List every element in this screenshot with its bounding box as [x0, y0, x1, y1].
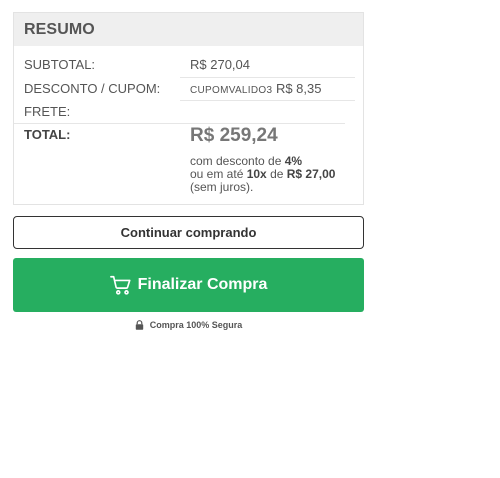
discount-value-group: CUPOMVALIDO3 R$ 8,35: [190, 81, 322, 96]
total-label: TOTAL:: [24, 127, 71, 142]
secure-purchase-note: Compra 100% Segura: [13, 320, 364, 330]
subtotal-value: R$ 270,04: [190, 57, 250, 72]
continue-shopping-button[interactable]: Continuar comprando: [13, 216, 364, 249]
installment-line-3: (sem juros).: [190, 180, 254, 194]
summary-title: RESUMO: [14, 13, 363, 46]
installment-value: R$ 27,00: [286, 167, 336, 181]
order-summary: RESUMO SUBTOTAL: R$ 270,04 DESCONTO / CU…: [13, 12, 364, 205]
total-value: R$ 259,24: [190, 125, 278, 146]
finalize-purchase-button[interactable]: Finalizar Compra: [13, 258, 364, 312]
secure-purchase-label: Compra 100% Segura: [149, 320, 243, 330]
subtotal-label: SUBTOTAL:: [24, 57, 96, 72]
installment-info: com desconto de 4% ou em até 10x de R$ 2…: [190, 155, 335, 194]
total-row: TOTAL: R$ 259,24 com desconto de 4% ou e…: [24, 125, 355, 197]
lock-icon: [135, 320, 144, 330]
divider: [180, 100, 355, 101]
discount-label: DESCONTO / CUPOM:: [24, 81, 161, 96]
discount-value: R$ 8,35: [275, 81, 322, 96]
installment-text: de: [266, 167, 287, 181]
finalize-purchase-label: Finalizar Compra: [137, 276, 268, 293]
installment-text: ou em até: [190, 167, 247, 181]
divider: [14, 123, 345, 124]
discount-percent: 4%: [284, 154, 303, 168]
installment-count: 10x: [246, 167, 267, 181]
installment-text: com desconto de: [190, 154, 285, 168]
shipping-label: FRETE:: [24, 104, 71, 119]
divider: [180, 77, 355, 78]
cart-icon: [109, 274, 132, 296]
coupon-code: CUPOMVALIDO3: [190, 85, 273, 96]
